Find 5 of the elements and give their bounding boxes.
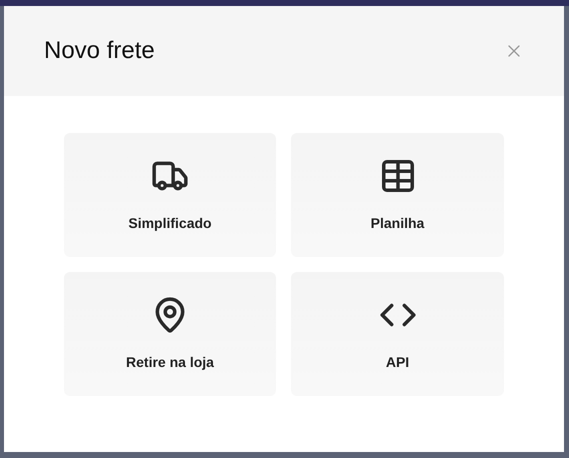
option-card[interactable]: Planilha bbox=[291, 133, 504, 257]
dialog-title: Novo frete bbox=[44, 36, 155, 66]
option-card[interactable]: Simplificado bbox=[64, 133, 276, 257]
option-card[interactable]: Retire na loja bbox=[64, 272, 276, 396]
option-card[interactable]: API bbox=[291, 272, 504, 396]
